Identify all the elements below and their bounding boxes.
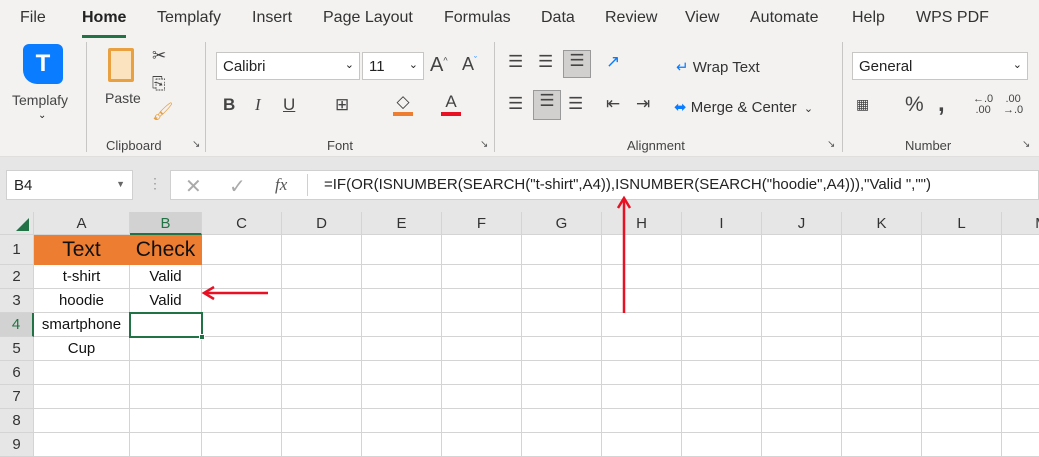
arrow-up: [616, 195, 632, 313]
annotation-arrows: [201, 195, 632, 313]
arrow-left: [201, 285, 268, 301]
